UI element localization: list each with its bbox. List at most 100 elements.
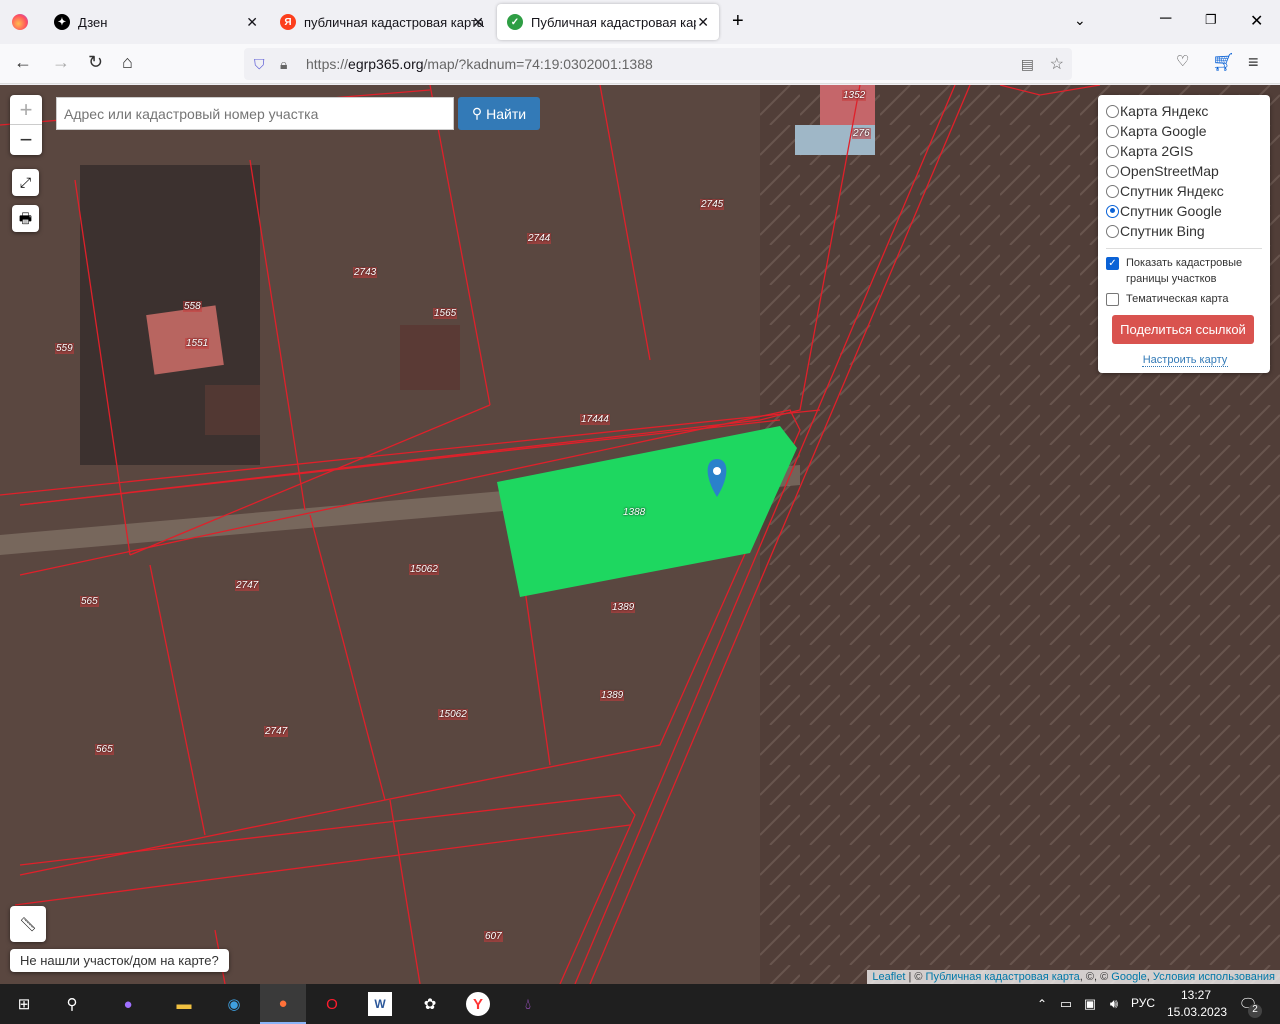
layer-label: Карта Яндекс <box>1120 103 1209 119</box>
tab-yandex[interactable]: Япубличная кадастровая карта ✕ <box>270 4 494 40</box>
url-prefix: https:// <box>306 56 349 72</box>
map[interactable]: 559 558 1551 2743 1565 2744 2745 1352 27… <box>0 85 1280 984</box>
search-input[interactable] <box>56 97 454 130</box>
url-bar[interactable]: ⛉ 🔒︎ https://egrp365.org/map/?kadnum=74:… <box>244 48 1072 80</box>
layer-label: Карта Google <box>1120 123 1207 139</box>
share-link-button[interactable]: Поделиться ссылкой <box>1112 315 1254 344</box>
attribution: Leaflet | © Публичная кадастровая карта,… <box>867 970 1280 984</box>
parcel-label: 17444 <box>580 414 610 425</box>
zoom-in-button[interactable]: + <box>10 95 42 125</box>
tab-active[interactable]: ✓ Публичная кадастровая карта ✕ <box>497 4 719 40</box>
network-icon[interactable]: ▣ <box>1078 992 1102 1016</box>
layer-osm[interactable]: OpenStreetMap <box>1106 161 1262 181</box>
layer-2gis[interactable]: Карта 2GIS <box>1106 141 1262 161</box>
parcel-label: 2745 <box>700 199 725 210</box>
layer-yandex-satellite[interactable]: Спутник Яндекс <box>1106 181 1262 201</box>
google-link[interactable]: Google <box>1111 971 1146 983</box>
close-tab-icon[interactable]: ✕ <box>697 14 709 31</box>
dzen-icon: ✦ <box>54 14 70 30</box>
clock-date[interactable]: 15.03.2023 <box>1167 1005 1227 1019</box>
layer-google-satellite[interactable]: Спутник Google <box>1106 201 1262 221</box>
layer-panel: Карта Яндекс Карта Google Карта 2GIS Ope… <box>1098 95 1270 373</box>
firefox-taskbar-icon[interactable]: ● <box>260 984 306 1024</box>
forward-icon[interactable]: → <box>52 52 70 73</box>
check-icon: ✓ <box>507 14 523 30</box>
pkk-link[interactable]: Публичная кадастровая карта <box>926 971 1080 983</box>
edge-icon[interactable]: ◉ <box>222 992 246 1016</box>
parcel-label: 565 <box>95 744 114 755</box>
close-tab-icon[interactable]: ✕ <box>472 14 484 31</box>
word-icon[interactable]: W <box>368 992 392 1016</box>
minimize-icon[interactable]: ─ <box>1160 10 1171 28</box>
not-found-button[interactable]: Не нашли участок/дом на карте? <box>10 949 229 972</box>
app-icon[interactable]: ✿ <box>418 992 442 1016</box>
tray-chevron-icon[interactable]: ⌃ <box>1030 992 1054 1016</box>
parcel-label: 1551 <box>185 338 210 349</box>
layer-label: Спутник Яндекс <box>1120 183 1224 199</box>
drop-icon[interactable]: 💧︎ <box>516 992 540 1016</box>
lock-icon: 🔒︎ <box>280 55 288 72</box>
checkbox-label: Показать кадастровые границы участков <box>1126 257 1243 285</box>
ruler-button[interactable]: 📏︎ <box>10 906 46 942</box>
clock-time[interactable]: 13:27 <box>1181 988 1211 1002</box>
volume-icon[interactable]: 🔊︎ <box>1102 992 1126 1016</box>
terms-link[interactable]: Условия использования <box>1153 971 1275 983</box>
find-label: Найти <box>486 105 527 122</box>
tab-dzen[interactable]: ✦ Дзен ✕ <box>44 4 268 40</box>
firefox-icon[interactable] <box>12 14 28 30</box>
parcel-label: 2747 <box>264 726 289 737</box>
meet-icon[interactable]: ▭ <box>1054 992 1078 1016</box>
back-icon[interactable]: ← <box>14 52 32 73</box>
parcel-label: 1388 <box>623 507 646 518</box>
parcel-label: 1352 <box>842 90 867 101</box>
layer-label: Карта 2GIS <box>1120 143 1194 159</box>
parcel-label: 1389 <box>611 602 636 613</box>
find-button[interactable]: ⚲ Найти <box>458 97 540 130</box>
parcel-label: 15062 <box>409 564 439 575</box>
layer-bing-satellite[interactable]: Спутник Bing <box>1106 221 1262 241</box>
zoom-out-button[interactable]: − <box>10 125 42 155</box>
search-icon: ⚲ <box>471 105 483 121</box>
search-icon[interactable]: ⚲ <box>60 992 84 1016</box>
cart-icon[interactable]: 🛒︎ <box>1212 52 1235 73</box>
configure-map-link[interactable]: Настроить карту <box>1142 354 1228 367</box>
parcel-label: 1565 <box>433 308 458 319</box>
language-indicator[interactable]: РУС <box>1131 996 1155 1010</box>
reader-icon[interactable]: ▤ <box>1021 56 1034 73</box>
windows-start-icon[interactable]: ⊞ <box>12 992 36 1016</box>
alice-icon[interactable]: ● <box>116 992 140 1016</box>
file-explorer-icon[interactable]: ▬ <box>172 992 196 1016</box>
show-borders-checkbox[interactable]: ✓ Показать кадастровые границы участков <box>1106 255 1262 287</box>
parcel-label: 558 <box>183 301 202 312</box>
parcel-label: 276 <box>852 128 871 139</box>
layer-label: Спутник Google <box>1120 203 1222 219</box>
divider <box>1106 248 1262 249</box>
leaflet-link[interactable]: Leaflet <box>872 971 905 983</box>
layer-label: OpenStreetMap <box>1120 163 1219 179</box>
menu-icon[interactable]: ≡ <box>1248 52 1259 73</box>
layer-label: Спутник Bing <box>1120 223 1205 239</box>
print-button[interactable]: 🖶 <box>12 205 39 232</box>
new-tab-icon[interactable]: + <box>732 10 744 33</box>
yandex-browser-icon[interactable]: Y <box>466 992 490 1016</box>
pocket-icon[interactable]: ♡ <box>1176 52 1189 70</box>
thematic-map-checkbox[interactable]: Тематическая карта <box>1106 291 1262 307</box>
fullscreen-button[interactable]: ⤢ <box>12 169 39 196</box>
close-window-icon[interactable]: ✕ <box>1250 11 1263 31</box>
reload-icon[interactable]: ↻ <box>88 52 103 73</box>
attr-sep: , ©, © <box>1079 971 1112 983</box>
tab-bar: ✦ Дзен ✕ Япубличная кадастровая карта ✕ ✓ Пу… <box>0 0 1280 44</box>
layer-yandex-map[interactable]: Карта Яндекс <box>1106 101 1262 121</box>
tab-list-icon[interactable]: ⌄ <box>1074 12 1086 29</box>
checkbox-label: Тематическая карта <box>1126 293 1229 305</box>
bookmark-star-icon[interactable]: ☆ <box>1050 54 1064 74</box>
parcel-label: 2747 <box>235 580 260 591</box>
home-icon[interactable]: ⌂ <box>122 52 133 73</box>
opera-icon[interactable]: O <box>320 992 344 1016</box>
ruler-icon: 📏︎ <box>19 916 37 932</box>
layer-google-map[interactable]: Карта Google <box>1106 121 1262 141</box>
zoom-control: + − <box>10 95 42 155</box>
printer-icon: 🖶 <box>18 210 33 226</box>
close-tab-icon[interactable]: ✕ <box>246 14 258 31</box>
restore-icon[interactable]: ❐ <box>1205 12 1217 28</box>
